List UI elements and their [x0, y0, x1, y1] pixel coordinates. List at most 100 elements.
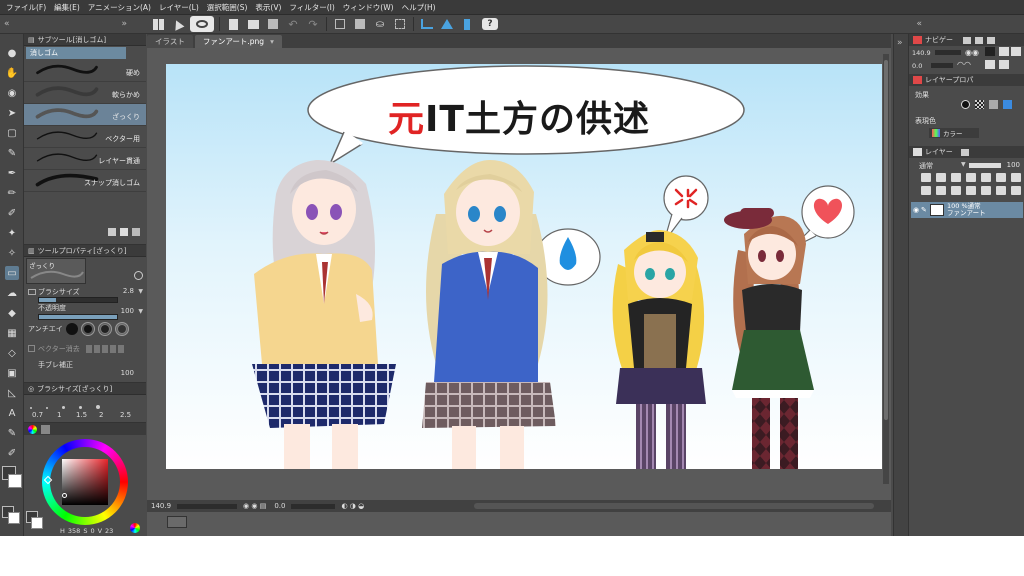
nav-rotate-slider[interactable] [931, 63, 953, 68]
brush-tool-icon[interactable]: ✐ [5, 206, 19, 220]
size-dot[interactable] [96, 405, 100, 409]
color-mode-icon[interactable] [130, 523, 140, 533]
aa-strong-option[interactable] [114, 321, 129, 336]
brush-item[interactable]: ざっくり [24, 104, 146, 126]
layer-row-fanart[interactable]: ◉ ✎ 100 %通常 ファンアート [911, 202, 1023, 218]
layer-ref-icon[interactable] [936, 173, 946, 182]
figure-tool-icon[interactable]: ◇ [5, 346, 19, 360]
layer-lock-icon[interactable] [966, 173, 976, 182]
collapse-right-icon[interactable]: « [916, 19, 922, 29]
undo-icon[interactable]: ↶ [285, 16, 301, 32]
pencil-tool-icon[interactable]: ✏ [5, 186, 19, 200]
menu-filter[interactable]: フィルター(I) [285, 0, 338, 15]
new-file-icon[interactable] [225, 16, 241, 32]
brush-size-dropdown-icon[interactable]: ▼ [138, 288, 143, 295]
sub-color-small[interactable] [8, 512, 20, 524]
frame-tool-icon[interactable]: ▣ [5, 366, 19, 380]
menu-selection[interactable]: 選択範囲(S) [203, 0, 252, 15]
menu-edit[interactable]: 編集(E) [50, 0, 84, 15]
layer-lock-alpha-icon[interactable] [981, 173, 991, 182]
redo-icon[interactable]: ↷ [305, 16, 321, 32]
size-preset-1[interactable]: 1 [57, 411, 61, 419]
sub-color-swatch[interactable] [8, 474, 22, 488]
nav-flip-v-icon[interactable] [1011, 47, 1021, 56]
size-preset-3[interactable]: 2 [99, 411, 103, 419]
size-dot[interactable] [46, 407, 48, 409]
snap-ruler-icon[interactable] [419, 16, 435, 32]
layer-draft-icon[interactable] [951, 173, 961, 182]
artboard[interactable]: 元IT土方の供述 [166, 64, 882, 469]
layer-edit-icon[interactable]: ✎ [921, 206, 927, 214]
open-file-icon[interactable] [245, 16, 261, 32]
size-preset-4[interactable]: 2.5 [120, 411, 131, 419]
layer-property-tab[interactable]: レイヤープロパ [909, 74, 1024, 86]
effect-border-icon[interactable] [961, 100, 970, 109]
gradient-tool-icon[interactable]: ▦ [5, 326, 19, 340]
color-sub-swatch[interactable] [31, 517, 43, 529]
balloon-tool-icon[interactable]: ✎ [5, 426, 19, 440]
size-dot[interactable] [30, 407, 32, 409]
bucket-icon[interactable]: ⛀ [372, 16, 388, 32]
canvas-angle-value[interactable]: 0.0 [274, 502, 285, 510]
timeline-toggle-icon[interactable] [167, 516, 187, 528]
new-layer-icon[interactable] [921, 186, 931, 195]
grid-icon[interactable] [150, 16, 166, 32]
history-icon[interactable] [987, 36, 995, 44]
navigator-tab[interactable]: ナビゲー [909, 34, 1024, 46]
layer-opacity-slider[interactable] [969, 163, 1001, 168]
menu-view[interactable]: 表示(V) [251, 0, 285, 15]
expand-icon[interactable]: » [122, 19, 128, 29]
clip-studio-logo-icon[interactable] [190, 16, 214, 32]
subtool-tab-eraser[interactable]: 消しゴム [26, 47, 126, 59]
color-set-tab-icon[interactable] [41, 424, 50, 434]
menu-file[interactable]: ファイル(F) [2, 0, 50, 15]
stabilization-value[interactable]: 100 [121, 369, 134, 377]
nav-zoom-value[interactable]: 140.9 [912, 49, 931, 57]
airbrush-tool-icon[interactable]: ✦ [5, 226, 19, 240]
opacity-slider[interactable] [38, 314, 118, 320]
delete-layer-icon[interactable] [1011, 186, 1021, 195]
aa-weak-option[interactable] [80, 321, 95, 336]
layer-ruler-icon[interactable] [1011, 173, 1021, 182]
brush-item[interactable]: レイヤー貫通 [24, 148, 146, 170]
decoration-tool-icon[interactable]: ✧ [5, 246, 19, 260]
nav-flip-h-icon[interactable] [999, 47, 1009, 56]
subtool-copy-icon[interactable] [120, 228, 128, 236]
nav-fit-icon[interactable] [985, 47, 995, 56]
blend-mode-dropdown-icon[interactable]: ▼ [961, 161, 966, 168]
move-tool-icon[interactable]: ◉ [5, 86, 19, 100]
rotate-buttons[interactable]: ◐ ◑ ◒ [341, 502, 364, 510]
opacity-value[interactable]: 100 [121, 307, 134, 315]
saturation-value-square[interactable] [62, 459, 108, 505]
menu-animation[interactable]: アニメーション(A) [84, 0, 155, 15]
layer-visibility-icon[interactable]: ◉ [913, 206, 921, 214]
aa-none-option[interactable] [65, 322, 78, 335]
size-dot[interactable] [79, 406, 82, 409]
new-folder-icon[interactable] [951, 186, 961, 195]
nav-rotate-buttons[interactable]: ◠◠ [957, 60, 971, 69]
brush-item[interactable]: ベクター用 [24, 126, 146, 148]
clear-icon[interactable] [332, 16, 348, 32]
snap-grid-icon[interactable] [459, 16, 475, 32]
hue-ring[interactable] [42, 439, 128, 525]
zoom-slider[interactable] [177, 503, 238, 509]
subtool-delete-icon[interactable] [132, 228, 140, 236]
save-icon[interactable] [265, 16, 281, 32]
doc-tab-illust[interactable]: イラスト [147, 35, 193, 48]
operation-tool-icon[interactable]: ➤ [5, 106, 19, 120]
eraser-tool-icon[interactable]: ▭ [5, 266, 19, 280]
info-icon[interactable] [975, 36, 983, 44]
nav-zoom-slider[interactable] [935, 50, 961, 55]
effect-color-icon[interactable] [989, 100, 998, 109]
eyedropper-tool-icon[interactable]: ✎ [5, 146, 19, 160]
vertical-scrollbar[interactable] [883, 54, 889, 484]
size-preset-2[interactable]: 1.5 [76, 411, 87, 419]
effect-tone-icon[interactable] [975, 100, 984, 109]
menu-layer[interactable]: レイヤー(L) [155, 0, 203, 15]
brush-item[interactable]: 軟らかめ [24, 82, 146, 104]
help-icon[interactable]: ? [479, 16, 501, 32]
brush-item[interactable]: 硬め [24, 60, 146, 82]
fill-icon[interactable] [352, 16, 368, 32]
size-preset-0[interactable]: 0.7 [32, 411, 43, 419]
rotate-slider[interactable] [291, 503, 336, 509]
